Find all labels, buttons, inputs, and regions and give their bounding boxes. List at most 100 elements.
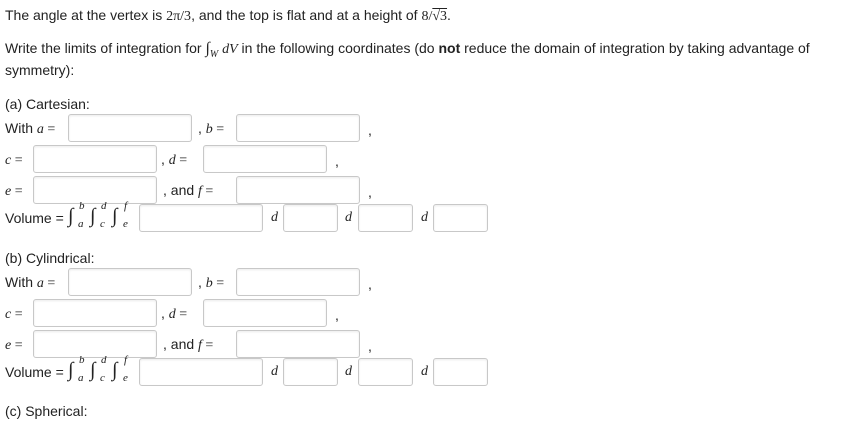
- differential-d: d: [271, 364, 278, 379]
- var-a: a: [36, 276, 44, 291]
- cylindrical-triple-integral: ∫ b a ∫ d c ∫ f e: [68, 354, 138, 388]
- integral-upper-limit: d: [101, 200, 107, 212]
- equals-sign: =: [43, 276, 56, 291]
- var-a: a: [36, 122, 44, 137]
- cylindrical-integrand-input[interactable]: [139, 358, 263, 386]
- cartesian-d-label: , d =: [161, 151, 187, 169]
- integral-upper-limit: f: [124, 200, 128, 212]
- differential-d: d: [345, 210, 352, 225]
- differential-d: d: [421, 210, 428, 225]
- section-heading-cylindrical: (b) Cylindrical:: [5, 250, 95, 266]
- cartesian-diff2-input[interactable]: [358, 204, 413, 232]
- instructions-prefix: Write the limits of integration for: [5, 40, 206, 56]
- height-radical: √3: [432, 9, 448, 24]
- instructions-middle: in the following coordinates (do: [237, 40, 439, 56]
- integral-symbol: ∫: [90, 359, 96, 381]
- integral-symbol: ∫: [68, 205, 74, 227]
- integral-upper-limit: f: [124, 354, 128, 366]
- cylindrical-c-label: c =: [5, 305, 23, 323]
- integral-lower-limit: e: [123, 372, 128, 384]
- row-comma: ,: [335, 307, 339, 323]
- var-b: b: [205, 122, 213, 137]
- cartesian-triple-integral: ∫ b a ∫ d c ∫ f e: [68, 200, 138, 234]
- differential-d: d: [345, 364, 352, 379]
- cartesian-integrand-input[interactable]: [139, 204, 263, 232]
- cylindrical-e-label: e =: [5, 336, 23, 354]
- cartesian-b-input[interactable]: [236, 114, 360, 142]
- integral-upper-limit: b: [79, 354, 85, 366]
- cylindrical-f-label: , and f =: [163, 336, 213, 354]
- integral-lower-limit: e: [123, 218, 128, 230]
- cylindrical-volume-label: Volume =: [5, 364, 64, 380]
- integral-subscript: W: [209, 48, 219, 60]
- equals-sign: =: [212, 122, 225, 137]
- equals-sign: =: [212, 276, 225, 291]
- intro-period: .: [447, 7, 451, 23]
- cylindrical-diff3-input[interactable]: [433, 358, 488, 386]
- and-label: , and: [163, 182, 199, 198]
- equals-sign: =: [201, 184, 214, 199]
- integrand: dV: [222, 42, 238, 57]
- row-comma: ,: [368, 338, 372, 354]
- and-label: , and: [163, 336, 199, 352]
- integral-symbol: ∫: [112, 359, 118, 381]
- cartesian-b-label: , b =: [198, 120, 224, 138]
- intro-text-middle: , and the top is flat and at a height of: [191, 7, 422, 23]
- var-d: d: [168, 153, 176, 168]
- cylindrical-a-input[interactable]: [68, 268, 192, 296]
- cylindrical-c-input[interactable]: [33, 299, 157, 327]
- var-b: b: [205, 276, 213, 291]
- integral-upper-limit: d: [101, 354, 107, 366]
- differential-d: d: [271, 210, 278, 225]
- comma-separator: ,: [198, 274, 206, 290]
- var-d: d: [168, 307, 176, 322]
- equals-sign: =: [175, 153, 188, 168]
- cartesian-diff3-input[interactable]: [433, 204, 488, 232]
- row-comma: ,: [368, 122, 372, 138]
- cylindrical-b-label: , b =: [198, 274, 224, 292]
- cylindrical-diff1-input[interactable]: [283, 358, 338, 386]
- cartesian-c-label: c =: [5, 151, 23, 169]
- integral-lower-limit: c: [100, 218, 105, 230]
- problem-statement: The angle at the vertex is 2π/3, and the…: [5, 7, 451, 25]
- cylindrical-f-input[interactable]: [236, 330, 360, 358]
- cartesian-f-label: , and f =: [163, 182, 213, 200]
- equals-sign: =: [175, 307, 188, 322]
- cylindrical-d-label: , d =: [161, 305, 187, 323]
- equals-sign: =: [11, 307, 23, 322]
- cartesian-a-input[interactable]: [68, 114, 192, 142]
- section-heading-spherical: (c) Spherical:: [5, 403, 88, 419]
- with-label: With: [5, 120, 37, 136]
- equals-sign: =: [11, 153, 23, 168]
- cylindrical-a-label: With a =: [5, 274, 55, 292]
- cartesian-c-input[interactable]: [33, 145, 157, 173]
- cylindrical-diff2-input[interactable]: [358, 358, 413, 386]
- emphasis-not: not: [438, 40, 461, 56]
- integral-upper-limit: b: [79, 200, 85, 212]
- cartesian-d-input[interactable]: [203, 145, 327, 173]
- equals-sign: =: [43, 122, 56, 137]
- integral-lower-limit: a: [78, 218, 84, 230]
- integral-symbol: ∫: [112, 205, 118, 227]
- comma-separator: ,: [161, 305, 169, 321]
- height-numerator: 8/: [421, 9, 433, 24]
- instructions-line-1: Write the limits of integration for ∫W d…: [5, 40, 810, 60]
- cylindrical-d-input[interactable]: [203, 299, 327, 327]
- differential-d: d: [421, 364, 428, 379]
- cartesian-e-label: e =: [5, 182, 23, 200]
- comma-separator: ,: [198, 120, 206, 136]
- row-comma: ,: [335, 153, 339, 169]
- row-comma: ,: [368, 276, 372, 292]
- cartesian-f-input[interactable]: [236, 176, 360, 204]
- integral-lower-limit: c: [100, 372, 105, 384]
- instructions-line-2: symmetry):: [5, 62, 75, 78]
- equals-sign: =: [201, 338, 214, 353]
- cylindrical-b-input[interactable]: [236, 268, 360, 296]
- cartesian-volume-label: Volume =: [5, 210, 64, 226]
- integral-symbol: ∫: [90, 205, 96, 227]
- vertex-angle: 2π/3: [166, 9, 192, 24]
- cartesian-diff1-input[interactable]: [283, 204, 338, 232]
- instructions-suffix: reduce the domain of integration by taki…: [460, 40, 810, 56]
- integral-symbol: ∫: [68, 359, 74, 381]
- with-label: With: [5, 274, 37, 290]
